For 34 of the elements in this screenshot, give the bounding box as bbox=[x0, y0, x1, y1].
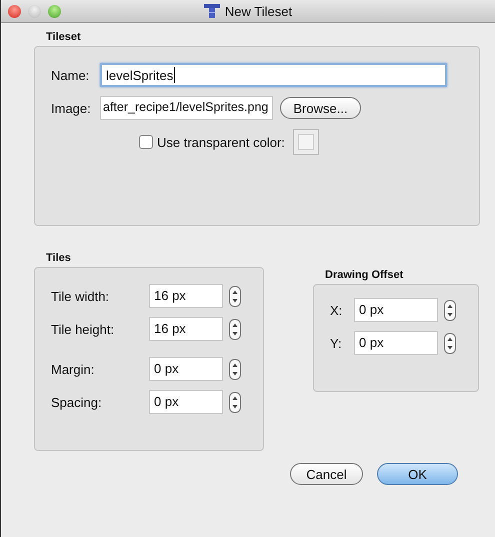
tile-icon bbox=[204, 4, 220, 18]
stepper-icon[interactable] bbox=[229, 358, 241, 380]
checkbox[interactable] bbox=[139, 135, 153, 149]
field-label: Name: bbox=[51, 68, 90, 82]
stepper-icon[interactable] bbox=[444, 332, 456, 354]
field-label: Margin: bbox=[51, 362, 96, 376]
number-field[interactable]: 0 px bbox=[354, 298, 438, 322]
dialog-button[interactable]: Cancel bbox=[290, 463, 363, 485]
field-label: Tile height: bbox=[51, 322, 116, 336]
group-title: Drawing Offset bbox=[325, 269, 404, 281]
window-title: New Tileset bbox=[224, 4, 292, 18]
number-field[interactable]: 16 px bbox=[149, 284, 223, 308]
stepper-icon[interactable] bbox=[229, 392, 241, 412]
number-field[interactable]: 16 px bbox=[149, 317, 223, 341]
field-label: Y: bbox=[330, 336, 343, 350]
checkbox-label: Use transparent color: bbox=[157, 134, 285, 150]
field-label: Image: bbox=[51, 100, 92, 116]
dialog-button[interactable]: OK bbox=[377, 463, 458, 485]
field-label: Tile width: bbox=[51, 288, 110, 304]
group-title: Tileset bbox=[46, 31, 82, 43]
image-path-field[interactable]: after_recipe1/levelSprites.png bbox=[100, 96, 274, 120]
number-field[interactable]: 0 px bbox=[149, 390, 223, 414]
stepper-icon[interactable] bbox=[229, 318, 241, 340]
field-label: Spacing: bbox=[51, 394, 103, 410]
number-field[interactable]: 0 px bbox=[354, 331, 438, 355]
field-label: X: bbox=[330, 302, 344, 318]
stepper-icon[interactable] bbox=[229, 286, 241, 306]
color-swatch[interactable] bbox=[292, 129, 319, 155]
stepper-icon[interactable] bbox=[444, 300, 456, 320]
close-icon[interactable] bbox=[8, 4, 21, 18]
name-field[interactable]: levelSprites bbox=[100, 63, 447, 87]
group-title: Tiles bbox=[46, 252, 72, 264]
browse-button[interactable]: Browse... bbox=[280, 97, 361, 119]
number-field[interactable]: 0 px bbox=[149, 357, 223, 381]
